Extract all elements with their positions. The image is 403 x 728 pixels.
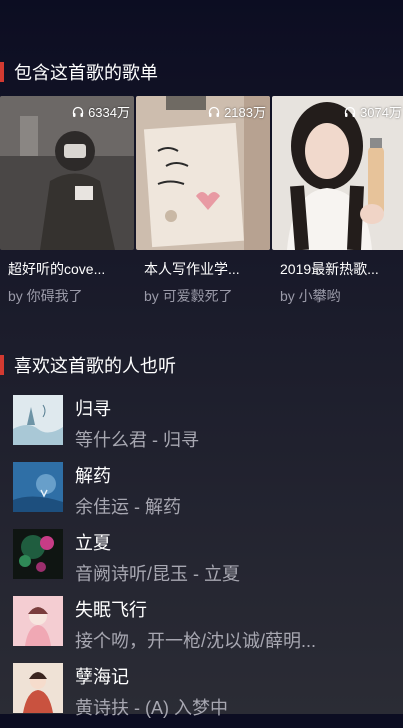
playlist-card[interactable]: 3074万 2019最新热歌... by 小攀哟 — [272, 96, 403, 306]
song-title: 立夏 — [75, 533, 111, 553]
list-item[interactable]: 失眠飞行 接个吻，开一枪/沈以诚/薛明... — [0, 594, 403, 661]
playlist-cover[interactable]: 3074万 — [272, 96, 403, 250]
section-accent-bar — [0, 62, 4, 82]
playlist-name[interactable]: 2019最新热歌... — [272, 259, 398, 279]
list-item[interactable]: 解药 余佳运 - 解药 — [0, 460, 403, 527]
song-artist-album: 等什么君 - 归寻 — [75, 430, 199, 450]
song-title: 解药 — [75, 466, 111, 486]
playlist-cover[interactable]: 2183万 — [136, 96, 270, 250]
playlist-creator[interactable]: by 你碍我了 — [0, 286, 134, 306]
playlist-creator[interactable]: by 可爱豰死了 — [136, 286, 270, 306]
song-artist-album: 余佳运 - 解药 — [75, 497, 181, 517]
song-cover — [13, 663, 63, 713]
headphones-icon — [72, 106, 84, 117]
song-list: 归寻 等什么君 - 归寻 解药 余佳运 - 解药 立夏 音阙诗听/昆玉 - 立夏… — [0, 393, 403, 728]
play-count: 2183万 — [208, 102, 266, 121]
play-count: 3074万 — [344, 102, 402, 121]
playlist-row[interactable]: 6334万 超好听的cove... by 你碍我了 2183万 本人写作业学..… — [0, 96, 403, 306]
song-cover — [13, 529, 63, 579]
section-title: 包含这首歌的歌单 — [14, 63, 158, 83]
playlist-card[interactable]: 2183万 本人写作业学... by 可爱豰死了 — [136, 96, 270, 306]
song-cover — [13, 395, 63, 445]
song-artist-album: 音阙诗听/昆玉 - 立夏 — [75, 564, 240, 584]
playlist-cover[interactable]: 6334万 — [0, 96, 134, 250]
song-artist-album: 黄诗扶 - (A) 入梦中 — [75, 698, 228, 718]
section-header-playlists: 包含这首歌的歌单 — [0, 60, 158, 84]
play-count: 6334万 — [72, 102, 130, 121]
playlist-name[interactable]: 本人写作业学... — [136, 259, 262, 279]
song-title: 归寻 — [75, 399, 111, 419]
song-cover — [13, 462, 63, 512]
playlist-name[interactable]: 超好听的cove... — [0, 259, 126, 279]
list-item[interactable]: 孽海记 黄诗扶 - (A) 入梦中 — [0, 661, 403, 728]
playlist-card[interactable]: 6334万 超好听的cove... by 你碍我了 — [0, 96, 134, 306]
headphones-icon — [208, 106, 220, 117]
song-title: 失眠飞行 — [75, 600, 147, 620]
headphones-icon — [344, 106, 356, 117]
song-cover — [13, 596, 63, 646]
playlist-creator[interactable]: by 小攀哟 — [272, 286, 403, 306]
section-title: 喜欢这首歌的人也听 — [14, 356, 176, 376]
song-artist-album: 接个吻，开一枪/沈以诚/薛明... — [75, 631, 317, 651]
section-accent-bar — [0, 355, 4, 375]
song-title: 孽海记 — [75, 667, 129, 687]
list-item[interactable]: 归寻 等什么君 - 归寻 — [0, 393, 403, 460]
section-header-similar: 喜欢这首歌的人也听 — [0, 353, 176, 377]
list-item[interactable]: 立夏 音阙诗听/昆玉 - 立夏 — [0, 527, 403, 594]
